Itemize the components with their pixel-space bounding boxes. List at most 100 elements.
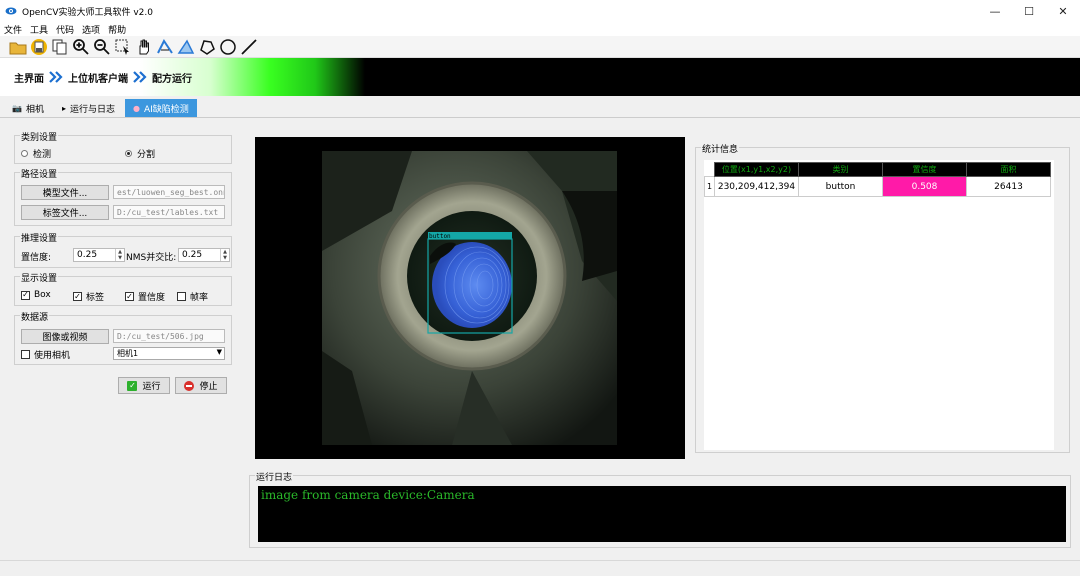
minimize-button[interactable]: — bbox=[978, 0, 1012, 22]
category-group: 类别设置 检测 分割 bbox=[14, 130, 232, 164]
nms-spinbox[interactable]: 0.25 ▲ ▼ bbox=[178, 248, 230, 262]
zoom-in-icon[interactable] bbox=[71, 37, 91, 57]
tab-camera-label: 相机 bbox=[25, 104, 44, 115]
stop-icon bbox=[184, 380, 195, 391]
crumb-home[interactable]: 主界面 bbox=[14, 70, 44, 85]
label-file-button[interactable]: 标签文件... bbox=[21, 205, 109, 220]
header-area[interactable]: 面积 bbox=[966, 162, 1051, 177]
corner-cell bbox=[704, 162, 715, 177]
checkmark-icon[interactable]: ✓ bbox=[73, 292, 82, 301]
radio-detect-label: 检测 bbox=[33, 150, 52, 160]
display-group-title: 显示设置 bbox=[20, 271, 59, 284]
radio-detect-indicator[interactable] bbox=[21, 150, 28, 157]
crumb-recipe[interactable]: 配方运行 bbox=[152, 70, 192, 85]
category-group-title: 类别设置 bbox=[20, 130, 59, 143]
header-confidence[interactable]: 置信度 bbox=[882, 162, 967, 177]
radio-segment-indicator[interactable] bbox=[125, 150, 132, 157]
box-checkbox[interactable]: ✓ Box bbox=[21, 290, 51, 300]
cell-category[interactable]: button bbox=[798, 176, 883, 197]
table-row[interactable]: 1 230,209,412,394 button 0.508 26413 bbox=[704, 176, 1051, 197]
spin-arrows-icon[interactable]: ▲ ▼ bbox=[220, 249, 229, 261]
box-label: Box bbox=[34, 290, 51, 300]
image-video-button[interactable]: 图像或视频 bbox=[21, 329, 109, 344]
camera-image: button bbox=[322, 151, 617, 445]
camera-icon: 📷 bbox=[12, 103, 22, 113]
header-position[interactable]: 位置(x1,y1,x2,y2) bbox=[714, 162, 799, 177]
log-title: 运行日志 bbox=[255, 470, 294, 483]
menu-options[interactable]: 选项 bbox=[82, 23, 100, 36]
source-group-title: 数据源 bbox=[20, 310, 50, 323]
brain-icon: ● bbox=[133, 103, 140, 113]
checkmark-icon[interactable]: ✓ bbox=[125, 292, 134, 301]
model-file-field[interactable]: est/luowen_seg_best.onnx bbox=[113, 185, 225, 199]
stop-button[interactable]: 停止 bbox=[175, 377, 227, 394]
menu-code[interactable]: 代码 bbox=[56, 23, 74, 36]
close-button[interactable]: ✕ bbox=[1046, 0, 1080, 22]
save-icon[interactable] bbox=[29, 37, 49, 57]
select-icon[interactable] bbox=[113, 37, 133, 57]
polyline-icon[interactable] bbox=[155, 37, 175, 57]
hand-icon[interactable] bbox=[134, 37, 154, 57]
polyline-alt-icon[interactable] bbox=[176, 37, 196, 57]
cell-area[interactable]: 26413 bbox=[966, 176, 1051, 197]
tab-run-log-label: 运行与日志 bbox=[70, 104, 116, 115]
open-folder-icon[interactable] bbox=[8, 37, 28, 57]
tab-ai-defect-label: AI缺陷检测 bbox=[144, 104, 189, 115]
checkmark-icon[interactable]: ✓ bbox=[21, 290, 30, 300]
tab-ai-defect[interactable]: ● AI缺陷检测 bbox=[125, 99, 197, 117]
tag-checkbox[interactable]: ✓ 标签 bbox=[73, 290, 104, 303]
app-logo-icon bbox=[5, 7, 17, 15]
tag-label: 标签 bbox=[86, 293, 105, 303]
camera-select[interactable]: 相机1 ▼ bbox=[113, 347, 225, 360]
display-group: 显示设置 ✓ Box ✓ 标签 ✓ 置信度 帧率 bbox=[14, 271, 232, 306]
radio-segment[interactable]: 分割 bbox=[125, 147, 155, 160]
fps-label: 帧率 bbox=[190, 293, 209, 303]
confidence-spinbox[interactable]: 0.25 ▲ ▼ bbox=[73, 248, 125, 262]
menu-bar: 文件 工具 代码 选项 帮助 bbox=[0, 22, 1080, 36]
crumb-client[interactable]: 上位机客户端 bbox=[68, 70, 128, 85]
spin-arrows-icon[interactable]: ▲ ▼ bbox=[115, 249, 124, 261]
checkbox-empty[interactable] bbox=[177, 292, 186, 301]
line-icon[interactable] bbox=[239, 37, 259, 57]
copy-icon[interactable] bbox=[50, 37, 70, 57]
confidence-label: 置信度: bbox=[21, 253, 52, 263]
detection-label: button bbox=[429, 233, 451, 240]
tab-bar: 📷 相机 ▸ 运行与日志 ● AI缺陷检测 bbox=[0, 99, 1080, 118]
stats-table: 位置(x1,y1,x2,y2) 类别 置信度 面积 1 230,209,412,… bbox=[704, 162, 1051, 197]
model-file-button[interactable]: 模型文件... bbox=[21, 185, 109, 200]
nms-label: NMS并交比: bbox=[126, 253, 177, 263]
menu-file[interactable]: 文件 bbox=[4, 23, 22, 36]
stats-table-area[interactable]: 位置(x1,y1,x2,y2) 类别 置信度 面积 1 230,209,412,… bbox=[704, 160, 1054, 450]
breadcrumb: 主界面 上位机客户端 配方运行 bbox=[0, 58, 1080, 96]
run-check-icon: ✓ bbox=[127, 380, 138, 391]
circle-icon[interactable] bbox=[218, 37, 238, 57]
label-file-field[interactable]: D:/cu_test/lables.txt bbox=[113, 205, 225, 219]
menu-tools[interactable]: 工具 bbox=[30, 23, 48, 36]
menu-help[interactable]: 帮助 bbox=[108, 23, 126, 36]
paths-group-title: 路径设置 bbox=[20, 167, 59, 180]
image-path-field[interactable]: D:/cu_test/506.jpg bbox=[113, 329, 225, 343]
image-viewer[interactable]: button bbox=[255, 137, 685, 459]
maximize-button[interactable]: ☐ bbox=[1012, 0, 1046, 22]
cell-confidence[interactable]: 0.508 bbox=[882, 176, 967, 197]
camera-select-value: 相机1 bbox=[117, 349, 139, 358]
radio-detect[interactable]: 检测 bbox=[21, 147, 51, 160]
checkbox-empty[interactable] bbox=[21, 350, 30, 359]
row-index: 1 bbox=[704, 176, 715, 197]
zoom-out-icon[interactable] bbox=[92, 37, 112, 57]
title-bar: OpenCV实验大师工具软件 v2.0 — ☐ ✕ bbox=[0, 0, 1080, 22]
confidence-show-label: 置信度 bbox=[138, 293, 166, 303]
stop-label: 停止 bbox=[199, 382, 218, 392]
polygon-icon[interactable] bbox=[197, 37, 217, 57]
tab-run-log[interactable]: ▸ 运行与日志 bbox=[54, 99, 123, 117]
use-camera-checkbox[interactable]: 使用相机 bbox=[21, 348, 70, 361]
log-output[interactable]: image from camera device:Camera bbox=[258, 486, 1066, 542]
status-bar bbox=[0, 560, 1080, 576]
cell-position[interactable]: 230,209,412,394 bbox=[714, 176, 799, 197]
chevron-double-right-icon bbox=[49, 71, 63, 83]
fps-checkbox[interactable]: 帧率 bbox=[177, 290, 208, 303]
run-button[interactable]: ✓ 运行 bbox=[118, 377, 170, 394]
header-category[interactable]: 类别 bbox=[798, 162, 883, 177]
tab-camera[interactable]: 📷 相机 bbox=[4, 99, 52, 117]
confidence-checkbox[interactable]: ✓ 置信度 bbox=[125, 290, 165, 303]
